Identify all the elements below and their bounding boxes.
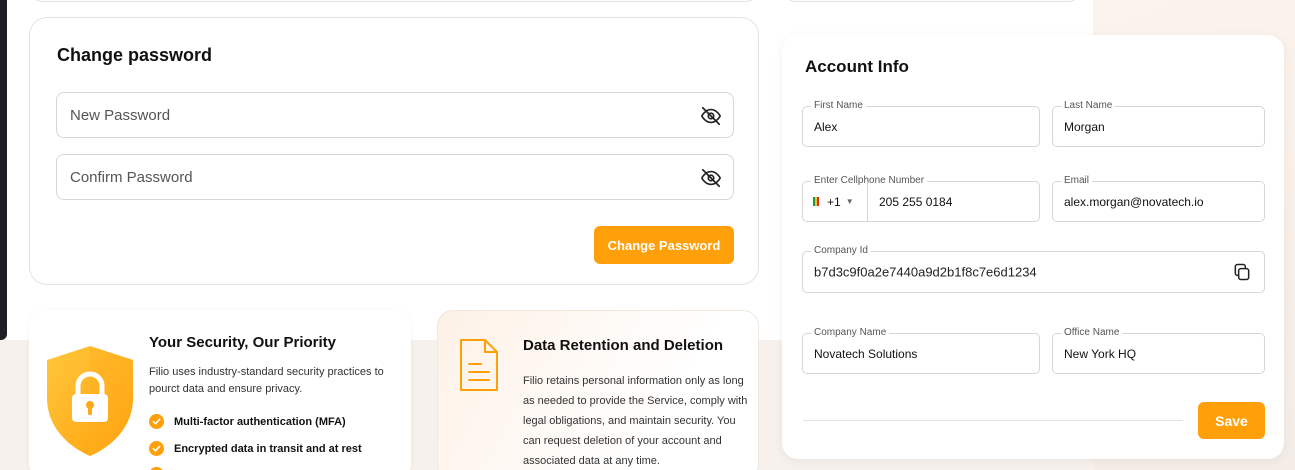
company-name-value: Novatech Solutions: [814, 346, 918, 361]
data-retention-description: Filio retains personal information only …: [523, 375, 748, 467]
last-name-label: Last Name: [1061, 100, 1116, 112]
email-field[interactable]: Email alex.morgan@novatech.io: [1052, 175, 1265, 222]
company-name-field[interactable]: Company Name Novatech Solutions: [802, 327, 1040, 374]
previous-card-edge: [29, 0, 759, 2]
first-name-value: Alex: [814, 119, 838, 134]
eye-off-icon[interactable]: [700, 167, 722, 189]
security-card: Your Security, Our Priority Filio uses i…: [29, 310, 411, 470]
country-code: +1: [827, 194, 841, 209]
last-name-value: Morgan: [1064, 119, 1105, 134]
document-icon: [460, 339, 498, 391]
security-title: Your Security, Our Priority: [149, 334, 336, 351]
previous-card-edge-right: [782, 0, 1082, 2]
save-button[interactable]: Save: [1198, 402, 1265, 439]
office-name-value: New York HQ: [1064, 346, 1137, 361]
eye-off-icon[interactable]: [700, 105, 722, 127]
last-name-field[interactable]: Last Name Morgan: [1052, 100, 1265, 147]
email-value: alex.morgan@novatech.io: [1064, 194, 1204, 209]
office-name-label: Office Name: [1061, 327, 1123, 339]
shield-lock-icon: [47, 346, 133, 456]
account-info-title: Account Info: [805, 57, 909, 76]
security-item-label: Encrypted data in transit and at rest: [174, 442, 362, 455]
list-item: Multi-factor authentication (MFA): [149, 414, 346, 429]
security-description: Filio uses industry-standard security pr…: [149, 366, 384, 395]
check-circle-icon: [149, 441, 164, 456]
company-id-field[interactable]: Company Id b7d3c9f0a2e7440a9d2b1f8c7e6d1…: [802, 245, 1265, 293]
copy-icon[interactable]: [1232, 262, 1252, 282]
company-name-label: Company Name: [811, 327, 890, 339]
email-label: Email: [1061, 175, 1093, 187]
country-code-select[interactable]: +1 ▼: [803, 182, 868, 221]
cellphone-field[interactable]: Enter Cellphone Number +1 ▼ 205 255 0184: [802, 175, 1040, 222]
confirm-password-field[interactable]: Confirm Password: [56, 154, 734, 200]
cellphone-value: 205 255 0184: [879, 194, 953, 209]
company-id-value: b7d3c9f0a2e7440a9d2b1f8c7e6d1234: [814, 264, 1037, 280]
divider: [803, 420, 1183, 421]
office-name-field[interactable]: Office Name New York HQ: [1052, 327, 1265, 374]
change-password-card: Change password New Password Confirm Pas…: [29, 17, 759, 285]
check-circle-icon: [149, 414, 164, 429]
list-item: Encrypted data in transit and at rest: [149, 441, 362, 456]
sidebar-edge: [0, 0, 7, 340]
company-id-label: Company Id: [811, 245, 871, 257]
new-password-placeholder: New Password: [70, 107, 171, 124]
data-retention-title: Data Retention and Deletion: [523, 337, 724, 354]
confirm-password-placeholder: Confirm Password: [70, 169, 193, 186]
security-item-label: Multi-factor authentication (MFA): [174, 415, 346, 428]
data-retention-card: Data Retention and Deletion Filio retain…: [437, 310, 759, 470]
chevron-down-icon: ▼: [845, 197, 854, 206]
first-name-label: First Name: [811, 100, 866, 112]
change-password-button[interactable]: Change Password: [594, 226, 734, 264]
account-info-card: Account Info First Name Alex Last Name M…: [782, 35, 1284, 459]
change-password-title: Change password: [57, 45, 213, 65]
flag-icon: [813, 197, 819, 206]
new-password-field[interactable]: New Password: [56, 92, 734, 138]
first-name-field[interactable]: First Name Alex: [802, 100, 1040, 147]
